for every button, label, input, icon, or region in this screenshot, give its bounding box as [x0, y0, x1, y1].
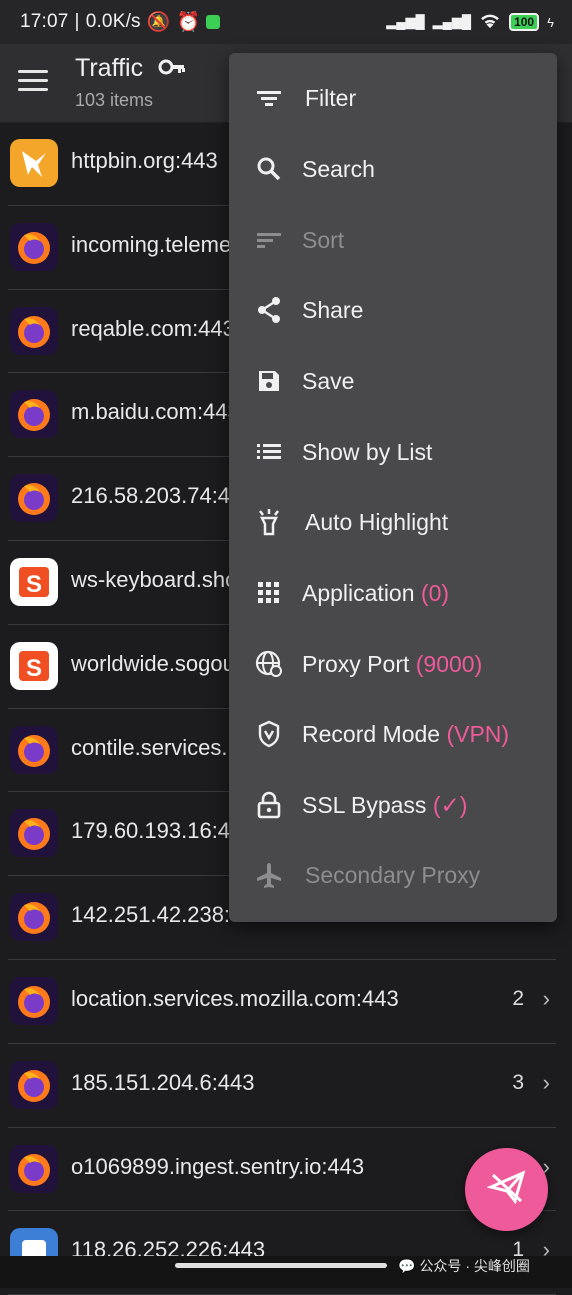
record-mode-label: Record Mode (VPN)	[302, 720, 510, 747]
host-label: location.services.mozilla.com:443	[71, 985, 399, 1011]
filter-label: Filter	[305, 84, 357, 111]
menu-item-filter[interactable]: Filter	[229, 63, 557, 133]
firefox-icon	[10, 725, 58, 774]
app-notification-icon	[206, 15, 221, 29]
host-label: httpbin.org:443	[71, 148, 218, 173]
list-item[interactable]: 185.151.204.6:443 3 ›	[8, 1044, 556, 1128]
record-mode-value: (VPN)	[446, 720, 510, 747]
battery-icon: 100	[509, 13, 540, 31]
wechat-icon: 💬	[398, 1257, 416, 1274]
network-speed: 0.0K/s	[85, 11, 141, 32]
airplane-icon	[255, 861, 283, 889]
overflow-menu: Filter Search Sort Share Save Show by Li…	[229, 53, 557, 922]
filter-icon	[255, 84, 283, 112]
paper-plane-off-icon	[485, 1167, 527, 1212]
menu-item-ssl-bypass[interactable]: SSL Bypass (✓)	[229, 770, 557, 840]
hummingbird-app-icon	[10, 139, 58, 187]
menu-item-record-mode[interactable]: Record Mode (VPN)	[229, 699, 557, 769]
share-icon	[255, 296, 283, 324]
list-item[interactable]: location.services.mozilla.com:443 2 ›	[8, 960, 556, 1044]
globe-icon	[255, 650, 283, 678]
status-bar: 17:07 | 0.0K/s 🔕 ⏰ ▂▄▆█ ▂▄▆█ 100 ϟ	[0, 0, 572, 44]
charging-icon: ϟ	[547, 14, 554, 30]
list-icon	[255, 438, 283, 466]
signal-icon: ▂▄▆█	[386, 14, 425, 29]
vpn-shield-icon	[255, 720, 283, 748]
menu-item-show-by-list[interactable]: Show by List	[229, 417, 557, 487]
signal-hd-icon: ▂▄▆█	[432, 14, 472, 29]
show-by-list-label: Show by List	[302, 438, 433, 465]
sort-icon	[255, 226, 283, 254]
lock-icon	[255, 791, 283, 819]
wifi-icon	[479, 13, 501, 32]
search-label: Search	[302, 155, 375, 182]
menu-item-application[interactable]: Application (0)	[229, 558, 557, 628]
request-count: 2	[512, 986, 524, 1010]
menu-item-secondary-proxy[interactable]: Secondary Proxy	[229, 840, 557, 910]
save-label: Save	[302, 367, 355, 394]
host-label: 185.151.204.6:443	[71, 1069, 255, 1095]
firefox-icon	[10, 1144, 58, 1193]
firefox-icon	[10, 809, 58, 858]
firefox-icon	[10, 1060, 58, 1109]
ssl-bypass-value: (✓)	[432, 791, 468, 818]
application-value: (0)	[420, 579, 450, 606]
proxy-port-value: (9000)	[415, 650, 483, 677]
firefox-icon	[10, 474, 58, 523]
key-icon	[158, 56, 186, 83]
firefox-icon	[10, 976, 58, 1025]
chevron-right-icon: ›	[542, 985, 550, 1011]
host-label: o1069899.ingest.sentry.io:443	[71, 1153, 365, 1179]
home-gesture-bar[interactable]	[175, 1263, 387, 1268]
svg-text:S: S	[26, 655, 42, 682]
request-count: 3	[512, 1070, 524, 1094]
host-label: reqable.com:443	[71, 315, 235, 341]
chevron-right-icon: ›	[542, 1069, 550, 1095]
firefox-icon	[10, 893, 58, 942]
page-title: Traffic	[75, 54, 144, 82]
menu-item-sort[interactable]: Sort	[229, 205, 557, 275]
save-icon	[255, 367, 283, 395]
secondary-proxy-label: Secondary Proxy	[305, 861, 481, 888]
firefox-icon	[10, 306, 58, 355]
svg-text:S: S	[26, 571, 42, 598]
host-label: 179.60.193.16:443	[71, 818, 255, 844]
sogou-icon: S	[10, 557, 58, 606]
menu-item-save[interactable]: Save	[229, 346, 557, 416]
sogou-icon: S	[10, 641, 58, 690]
apps-grid-icon	[255, 579, 283, 607]
menu-item-search[interactable]: Search	[229, 134, 557, 204]
status-left: 17:07 | 0.0K/s 🔕 ⏰	[20, 10, 221, 34]
status-right: ▂▄▆█ ▂▄▆█ 100 ϟ	[386, 13, 554, 32]
alarm-icon: ⏰	[176, 12, 201, 33]
firefox-icon	[10, 390, 58, 439]
application-label: Application (0)	[302, 579, 450, 606]
stop-capture-fab[interactable]	[465, 1148, 548, 1231]
status-time: 17:07	[20, 11, 69, 32]
auto-highlight-label: Auto Highlight	[305, 508, 449, 535]
flashlight-icon	[255, 508, 283, 536]
ssl-bypass-label: SSL Bypass (✓)	[302, 791, 468, 818]
sort-label: Sort	[302, 226, 345, 253]
host-label: m.baidu.com:443	[71, 399, 240, 425]
host-label: 216.58.203.74:443	[71, 483, 255, 509]
watermark: 💬 公众号 · 尖峰创圈	[398, 1257, 530, 1275]
proxy-port-label: Proxy Port (9000)	[302, 650, 483, 677]
search-icon	[255, 155, 283, 183]
menu-icon[interactable]	[18, 70, 48, 97]
mute-icon: 🔕	[146, 12, 171, 33]
menu-item-proxy-port[interactable]: Proxy Port (9000)	[229, 629, 557, 699]
menu-item-share[interactable]: Share	[229, 275, 557, 345]
menu-item-auto-highlight[interactable]: Auto Highlight	[229, 487, 557, 557]
firefox-icon	[10, 222, 58, 271]
share-label: Share	[302, 296, 364, 323]
item-count: 103 items	[75, 90, 154, 110]
